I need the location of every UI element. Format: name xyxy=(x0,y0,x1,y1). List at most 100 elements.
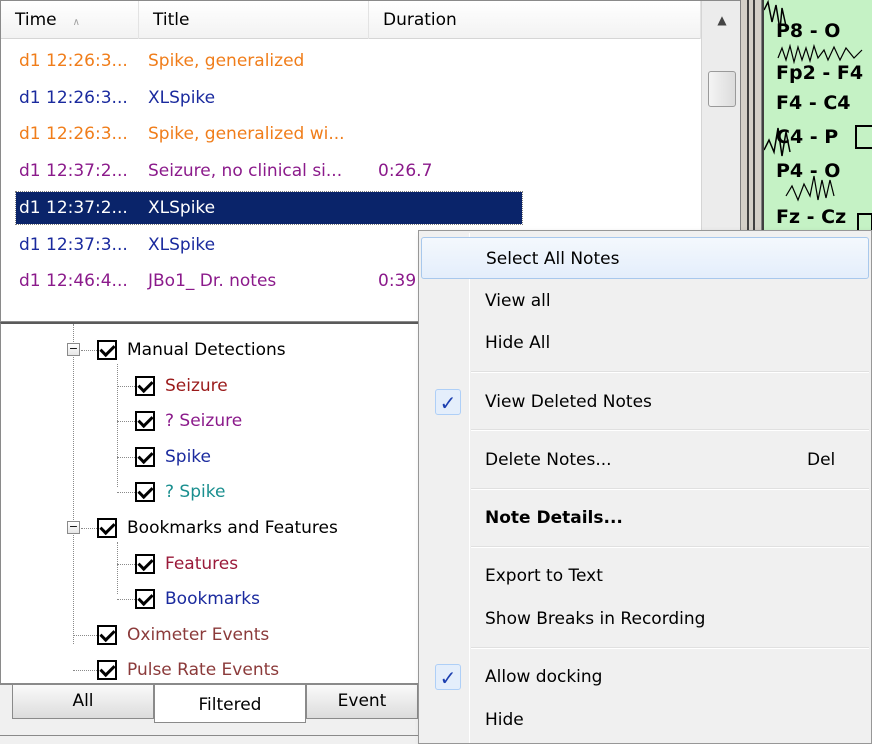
checked-checkbox-icon[interactable] xyxy=(135,446,155,467)
menu-item-select-all-notes[interactable]: Select All Notes xyxy=(421,237,869,279)
menu-item-hide[interactable]: Hide xyxy=(421,699,869,741)
checked-checkbox-icon[interactable] xyxy=(135,482,155,503)
menu-item-label: Select All Notes xyxy=(486,249,620,269)
cell-title: XLSpike xyxy=(148,87,216,108)
menu-item-view-deleted-notes[interactable]: ✓ View Deleted Notes xyxy=(421,381,869,423)
table-row[interactable]: d1 12:26:3... Spike, generalized xyxy=(19,45,378,77)
cell-duration: 0:26.7 xyxy=(378,161,433,182)
menu-separator xyxy=(471,487,869,490)
tree-connector xyxy=(81,350,97,351)
tree-connector xyxy=(73,670,97,672)
menu-item-label: View all xyxy=(485,290,551,311)
scrollbar-thumb[interactable] xyxy=(708,71,736,107)
tree-node-label: Manual Detections xyxy=(127,340,286,360)
tabs-divider xyxy=(0,735,430,744)
menu-item-view-all[interactable]: View all xyxy=(421,280,869,322)
column-header-title[interactable]: Title xyxy=(139,1,369,39)
table-row[interactable]: d1 12:46:4... JBo1_ Dr. notes 0:39 xyxy=(19,265,416,297)
tree-node-label: ? Seizure xyxy=(165,411,243,432)
tab-all[interactable]: All xyxy=(12,685,154,719)
tree-leaf-node[interactable]: Pulse Rate Events xyxy=(97,655,280,683)
tree-child-node[interactable]: Spike xyxy=(135,442,211,472)
cell-title: Spike, generalized xyxy=(148,51,305,71)
menu-item-label: Export to Text xyxy=(485,566,603,587)
tree-connector xyxy=(73,634,97,636)
tree-connector xyxy=(117,492,135,494)
menu-item-shortcut: Del xyxy=(807,449,836,470)
menu-item-label: Delete Notes... xyxy=(485,449,612,470)
checked-checkbox-icon[interactable] xyxy=(135,375,155,396)
checked-checkbox-icon[interactable] xyxy=(135,553,155,574)
tree-node-label: ? Spike xyxy=(165,482,226,503)
tree-group-node[interactable]: Bookmarks and Features xyxy=(97,513,338,543)
eeg-channel-label: P8 - O xyxy=(776,20,841,42)
note-type-tree[interactable]: − Manual Detections Seizure ? Seizure Spike?… xyxy=(0,322,430,684)
tree-node-label: Seizure xyxy=(165,375,228,396)
tree-connector xyxy=(117,563,135,565)
cell-time: d1 12:26:3... xyxy=(19,87,128,108)
collapse-minus-icon[interactable]: − xyxy=(67,521,80,534)
eeg-channel-label: Fz - Cz xyxy=(776,206,847,228)
tree-connector xyxy=(73,324,74,644)
context-menu[interactable]: Select All Notes View all Hide All ✓ View De… xyxy=(418,230,872,744)
tree-node-label: Bookmarks and Features xyxy=(127,518,338,538)
tree-connector xyxy=(117,421,135,423)
tab-event[interactable]: Event xyxy=(306,685,418,719)
cell-title: Seizure, no clinical si... xyxy=(148,161,343,182)
tree-connector xyxy=(117,456,135,458)
eeg-channel-label: F4 - C4 xyxy=(776,92,851,114)
collapse-minus-icon[interactable]: − xyxy=(67,343,80,356)
tree-child-node[interactable]: ? Spike xyxy=(135,477,225,507)
checked-checkbox-icon[interactable] xyxy=(97,518,117,538)
tree-child-node[interactable]: Bookmarks xyxy=(135,584,260,614)
table-row-selected[interactable]: d1 12:37:2... XLSpike xyxy=(15,190,523,225)
tree-child-node[interactable]: Seizure xyxy=(135,371,228,401)
checked-checkbox-icon[interactable] xyxy=(135,411,155,432)
menu-item-label: Show Breaks in Recording xyxy=(485,608,706,629)
column-header-duration[interactable]: Duration xyxy=(369,1,701,39)
checkmark-icon: ✓ xyxy=(435,664,461,691)
tab-filtered[interactable]: Filtered xyxy=(154,685,306,723)
cell-time: d1 12:37:2... xyxy=(19,161,128,182)
table-row[interactable]: d1 12:37:2... Seizure, no clinical si... 0… xyxy=(19,155,432,187)
eeg-channel-label: P4 - O xyxy=(776,160,841,182)
tree-node-label: Spike xyxy=(165,446,212,467)
table-row[interactable]: d1 12:26:3... Spike, generalized wi... xyxy=(19,118,378,150)
table-row[interactable]: d1 12:37:3... XLSpike xyxy=(19,229,378,261)
tree-group-node[interactable]: Manual Detections xyxy=(97,335,286,365)
checked-checkbox-icon[interactable] xyxy=(135,589,155,610)
menu-item-show-breaks-in-recording[interactable]: Show Breaks in Recording xyxy=(421,598,869,640)
tree-connector xyxy=(117,599,135,601)
column-header-time-label: Time xyxy=(15,10,57,30)
tree-child-node[interactable]: ? Seizure xyxy=(135,406,242,436)
cell-time: d1 12:37:3... xyxy=(19,234,128,255)
cell-title: Spike, generalized wi... xyxy=(148,124,345,145)
column-header-time[interactable]: Time ∧ xyxy=(1,1,139,39)
table-row[interactable]: d1 12:26:3... XLSpike xyxy=(19,82,378,114)
tree-node-label: Features xyxy=(165,553,239,574)
cell-title: JBo1_ Dr. notes xyxy=(148,271,277,292)
tree-child-node[interactable]: Features xyxy=(135,549,238,579)
cell-title: XLSpike xyxy=(148,197,216,218)
eeg-channel-label: C4 - P xyxy=(776,126,839,148)
scroll-up-arrow-icon[interactable]: ▲ xyxy=(702,1,742,39)
checked-checkbox-icon[interactable] xyxy=(97,660,117,681)
tree-node-label: Pulse Rate Events xyxy=(127,660,280,681)
tree-connector xyxy=(117,542,118,594)
menu-separator xyxy=(471,429,869,432)
tree-leaf-node[interactable]: Oximeter Events xyxy=(97,620,269,650)
menu-item-note-details[interactable]: Note Details... xyxy=(421,497,869,539)
checked-checkbox-icon[interactable] xyxy=(97,340,117,360)
menu-item-delete-notes[interactable]: Delete Notes... Del xyxy=(421,439,869,481)
menu-item-export-to-text[interactable]: Export to Text xyxy=(421,555,869,597)
menu-separator xyxy=(471,545,869,548)
checkmark-icon: ✓ xyxy=(435,388,461,415)
eeg-channel-label: Fp2 - F4 xyxy=(776,62,864,84)
list-header: Time ∧ Title Duration xyxy=(1,1,701,39)
cell-duration: 0:39 xyxy=(378,271,417,292)
menu-item-allow-docking[interactable]: ✓ Allow docking xyxy=(421,656,869,698)
menu-separator xyxy=(471,371,869,374)
checked-checkbox-icon[interactable] xyxy=(97,624,117,645)
menu-item-hide-all[interactable]: Hide All xyxy=(421,322,869,364)
cell-title: XLSpike xyxy=(148,234,216,255)
